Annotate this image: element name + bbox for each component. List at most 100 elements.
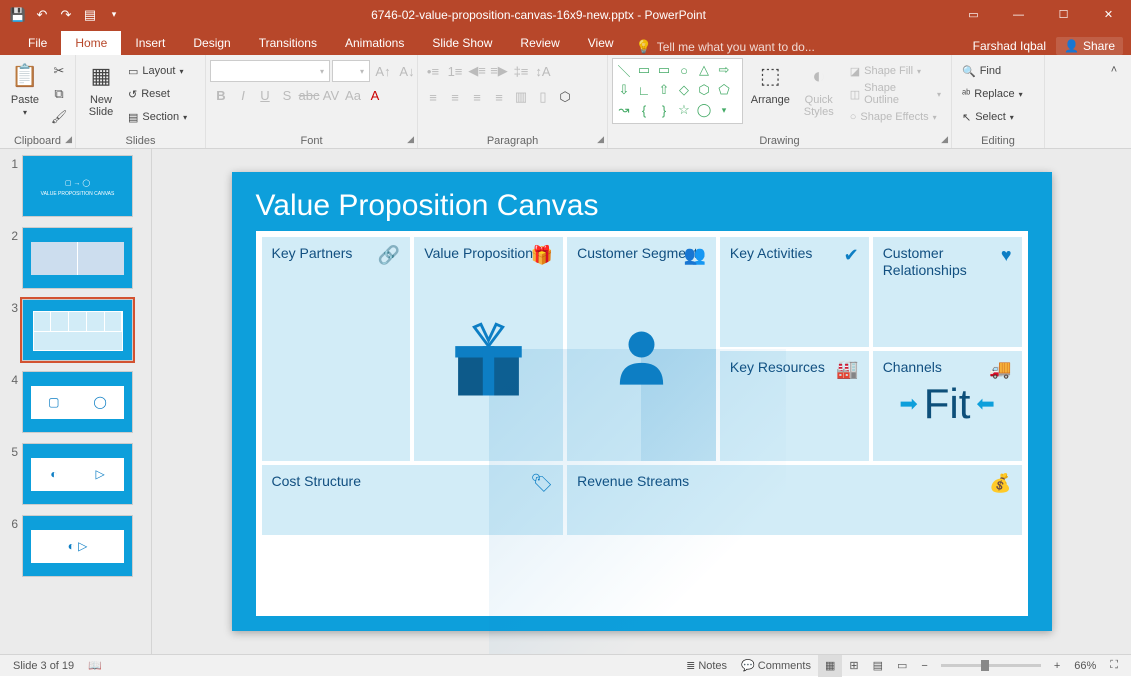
shape-fill-button[interactable]: ◪Shape Fill▾ [846,60,945,82]
tab-transitions[interactable]: Transitions [245,31,331,55]
share-button[interactable]: 👤Share [1056,37,1123,55]
undo-icon[interactable]: ↶ [30,3,54,27]
numbering-icon[interactable]: 1≡ [444,60,466,82]
shape-arrow-icon[interactable]: ⇨ [714,60,734,80]
clipboard-launcher-icon[interactable]: ◢ [65,134,72,145]
copy-icon[interactable]: ⧉ [48,83,70,105]
cell-customer-segments[interactable]: Customer Segments👥 [567,237,716,461]
zoom-slider[interactable] [941,664,1041,667]
tell-me-search[interactable]: 💡Tell me what you want to do... [628,39,823,55]
paragraph-launcher-icon[interactable]: ◢ [597,134,604,145]
text-direction-icon[interactable]: ↕A [532,60,554,82]
shape-hex-icon[interactable]: ⬡ [694,80,714,100]
font-size-select[interactable]: ▾ [332,60,370,82]
reading-view-icon[interactable]: ▤ [866,655,890,677]
slide-counter[interactable]: Slide 3 of 19 [6,655,81,677]
layout-button[interactable]: ▭Layout▾ [124,60,191,82]
align-center-icon[interactable]: ≡ [444,86,466,108]
user-name[interactable]: Farshad Iqbal [973,39,1046,53]
shape-rect-icon[interactable]: ▭ [634,60,654,80]
fit-window-icon[interactable]: ⛶ [1103,655,1125,677]
quick-styles-button[interactable]: ◐Quick Styles [798,58,840,120]
new-slide-button[interactable]: ▦New Slide [80,58,122,120]
tab-slideshow[interactable]: Slide Show [418,31,506,55]
maximize-icon[interactable]: ☐ [1041,0,1086,29]
ribbon-options-icon[interactable]: ▭ [951,0,996,29]
section-button[interactable]: ▤Section▾ [124,106,191,128]
justify-icon[interactable]: ≡ [488,86,510,108]
change-case-icon[interactable]: Aa [342,84,364,106]
select-button[interactable]: ↖Select▾ [958,106,1027,128]
close-icon[interactable]: ✕ [1086,0,1131,29]
thumbnail-2[interactable]: 2 [6,227,151,289]
notes-button[interactable]: ≣ Notes [679,655,734,677]
paste-button[interactable]: 📋Paste▾ [4,58,46,119]
thumbnail-4[interactable]: 4▢◯ [6,371,151,433]
cut-icon[interactable]: ✂ [48,60,70,82]
shape-tri-icon[interactable]: △ [694,60,714,80]
format-painter-icon[interactable]: 🖌 [48,106,70,128]
start-slideshow-icon[interactable]: ▤ [78,3,102,27]
indent-dec-icon[interactable]: ◀≡ [466,60,488,82]
slideshow-view-icon[interactable]: ▭ [890,655,914,677]
minimize-icon[interactable]: — [996,0,1041,29]
tab-home[interactable]: Home [61,31,121,55]
shadow-icon[interactable]: S [276,84,298,106]
cell-cost-structure[interactable]: Cost Structure🏷 [262,465,564,535]
cell-customer-relationships[interactable]: Customer Relationships♥ [873,237,1022,347]
italic-icon[interactable]: I [232,84,254,106]
zoom-level[interactable]: 66% [1067,655,1103,677]
shape-callout-icon[interactable]: ◯ [694,100,714,120]
slide-title[interactable]: Value Proposition Canvas [256,184,1028,231]
tab-view[interactable]: View [574,31,628,55]
shape-more-icon[interactable]: ▾ [714,100,734,120]
spacing-icon[interactable]: AV [320,84,342,106]
qat-customize-icon[interactable]: ▾ [102,3,126,27]
tab-review[interactable]: Review [506,31,573,55]
collapse-ribbon-icon[interactable]: ˄ [1103,59,1125,81]
bold-icon[interactable]: B [210,84,232,106]
shape-arrow3-icon[interactable]: ⇧ [654,80,674,100]
thumbnail-5[interactable]: 5◐▷ [6,443,151,505]
spellcheck-icon[interactable]: 📖 [81,655,109,677]
redo-icon[interactable]: ↷ [54,3,78,27]
reset-button[interactable]: ↺Reset [124,83,191,105]
slide-thumbnails-panel[interactable]: 1▢ → ◯VALUE PROPOSITION CANVAS 2 3 4▢◯ 5… [0,149,152,654]
align-left-icon[interactable]: ≡ [422,86,444,108]
bullets-icon[interactable]: •≡ [422,60,444,82]
cell-value-propositions[interactable]: Value Propositions🎁 [414,237,563,461]
shape-line-icon[interactable]: ＼ [614,60,634,80]
font-launcher-icon[interactable]: ◢ [407,134,414,145]
align-text-icon[interactable]: ▯ [532,86,554,108]
shape-oval-icon[interactable]: ○ [674,60,694,80]
replace-button[interactable]: ᵃᵇReplace▾ [958,83,1027,105]
strike-icon[interactable]: abc [298,84,320,106]
shape-outline-button[interactable]: ◫Shape Outline▾ [846,83,945,105]
shape-star-icon[interactable]: ☆ [674,100,694,120]
comments-button[interactable]: 💬 Comments [734,655,818,677]
columns-icon[interactable]: ▥ [510,86,532,108]
shrink-font-icon[interactable]: A↓ [396,60,418,82]
tab-animations[interactable]: Animations [331,31,418,55]
font-color-icon[interactable]: A [364,84,386,106]
thumbnail-1[interactable]: 1▢ → ◯VALUE PROPOSITION CANVAS [6,155,151,217]
grow-font-icon[interactable]: A↑ [372,60,394,82]
line-spacing-icon[interactable]: ‡≡ [510,60,532,82]
shape-rect2-icon[interactable]: ▭ [654,60,674,80]
shape-pent-icon[interactable]: ⬠ [714,80,734,100]
indent-inc-icon[interactable]: ≡▶ [488,60,510,82]
shape-conn-icon[interactable]: ↝ [614,100,634,120]
drawing-launcher-icon[interactable]: ◢ [941,134,948,145]
align-right-icon[interactable]: ≡ [466,86,488,108]
shape-l-icon[interactable]: ∟ [634,80,654,100]
shape-arrow2-icon[interactable]: ⇩ [614,80,634,100]
tab-insert[interactable]: Insert [121,31,179,55]
cell-channels[interactable]: Channels🚚 ➡Fit⬅ [873,351,1022,461]
tab-file[interactable]: File [14,31,61,55]
font-family-select[interactable]: ▾ [210,60,330,82]
zoom-out-icon[interactable]: − [914,655,934,677]
cell-key-activities[interactable]: Key Activities✔ [720,237,869,347]
find-button[interactable]: 🔍Find [958,60,1027,82]
smartart-icon[interactable]: ⬡ [554,86,576,108]
shape-effects-button[interactable]: ○Shape Effects▾ [846,106,945,128]
